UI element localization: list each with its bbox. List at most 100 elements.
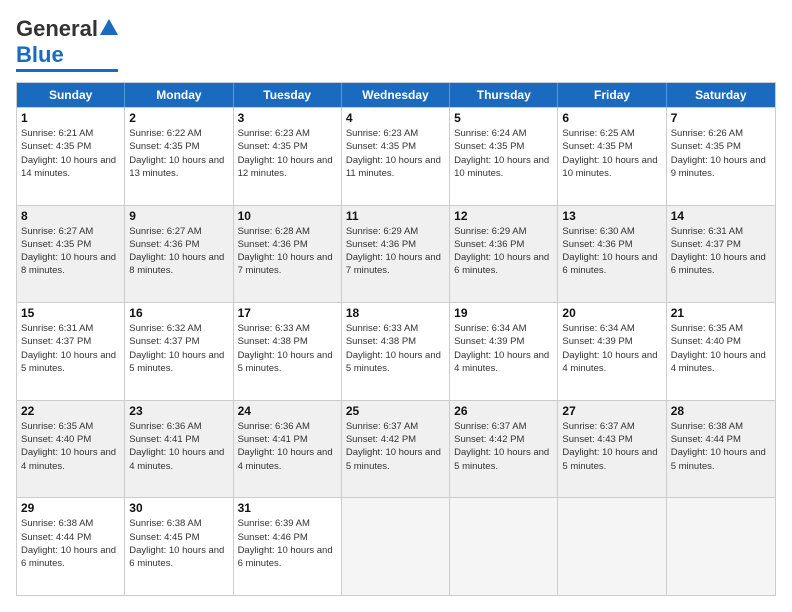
cal-row-2: 8Sunrise: 6:27 AM Sunset: 4:35 PM Daylig… [17, 205, 775, 303]
day-number: 11 [346, 209, 445, 223]
sun-info: Sunrise: 6:23 AM Sunset: 4:35 PM Dayligh… [346, 127, 445, 180]
sun-info: Sunrise: 6:38 AM Sunset: 4:45 PM Dayligh… [129, 517, 228, 570]
day-number: 7 [671, 111, 771, 125]
day-number: 24 [238, 404, 337, 418]
logo: General Blue [16, 16, 118, 72]
cal-cell-day-1: 1Sunrise: 6:21 AM Sunset: 4:35 PM Daylig… [17, 108, 125, 205]
cal-header-sunday: Sunday [17, 83, 125, 107]
day-number: 29 [21, 501, 120, 515]
sun-info: Sunrise: 6:39 AM Sunset: 4:46 PM Dayligh… [238, 517, 337, 570]
cal-cell-day-21: 21Sunrise: 6:35 AM Sunset: 4:40 PM Dayli… [667, 303, 775, 400]
logo-blue-text: Blue [16, 42, 64, 68]
sun-info: Sunrise: 6:37 AM Sunset: 4:42 PM Dayligh… [454, 420, 553, 473]
cal-cell-day-19: 19 Sunrise: 6:34 AM Sunset: 4:39 PM Dayli… [450, 303, 558, 400]
day-number: 2 [129, 111, 228, 125]
sun-info: Sunrise: 6:29 AM Sunset: 4:36 PM Dayligh… [454, 225, 553, 278]
cal-cell-day-22: 22 Sunrise: 6:35 AM Sunset: 4:40 PM Dayli… [17, 401, 125, 498]
cal-cell-day-18: 18Sunrise: 6:33 AM Sunset: 4:38 PM Dayli… [342, 303, 450, 400]
cal-header-saturday: Saturday [667, 83, 775, 107]
cal-cell-empty [667, 498, 775, 595]
sun-info: Sunrise: 6:36 AM Sunset: 4:41 PM Dayligh… [238, 420, 337, 473]
day-number: 15 [21, 306, 120, 320]
cal-cell-day-5: 5 Sunrise: 6:24 AM Sunset: 4:35 PM Daylig… [450, 108, 558, 205]
cal-cell-day-17: 17 Sunrise: 6:33 AM Sunset: 4:38 PM Dayli… [234, 303, 342, 400]
sun-info: Sunrise: 6:34 AM Sunset: 4:39 PM Dayligh… [562, 322, 661, 375]
sun-info: Sunrise: 6:35 AM Sunset: 4:40 PM Dayligh… [21, 420, 120, 473]
sun-info: Sunrise: 6:33 AM Sunset: 4:38 PM Dayligh… [238, 322, 337, 375]
day-number: 9 [129, 209, 228, 223]
cal-cell-day-28: 28Sunrise: 6:38 AM Sunset: 4:44 PM Dayli… [667, 401, 775, 498]
sun-info: Sunrise: 6:38 AM Sunset: 4:44 PM Dayligh… [21, 517, 120, 570]
day-number: 14 [671, 209, 771, 223]
sun-info: Sunrise: 6:27 AM Sunset: 4:35 PM Dayligh… [21, 225, 120, 278]
logo-triangle-icon [100, 19, 118, 35]
cal-cell-day-11: 11 Sunrise: 6:29 AM Sunset: 4:36 PM Dayli… [342, 206, 450, 303]
page: General Blue SundayMondayTuesdayWednesda… [0, 0, 792, 612]
day-number: 30 [129, 501, 228, 515]
sun-info: Sunrise: 6:37 AM Sunset: 4:42 PM Dayligh… [346, 420, 445, 473]
day-number: 12 [454, 209, 553, 223]
logo-general-text: General [16, 16, 98, 42]
day-number: 18 [346, 306, 445, 320]
sun-info: Sunrise: 6:35 AM Sunset: 4:40 PM Dayligh… [671, 322, 771, 375]
sun-info: Sunrise: 6:28 AM Sunset: 4:36 PM Dayligh… [238, 225, 337, 278]
day-number: 20 [562, 306, 661, 320]
cal-header-tuesday: Tuesday [234, 83, 342, 107]
sun-info: Sunrise: 6:27 AM Sunset: 4:36 PM Dayligh… [129, 225, 228, 278]
sun-info: Sunrise: 6:24 AM Sunset: 4:35 PM Dayligh… [454, 127, 553, 180]
day-number: 13 [562, 209, 661, 223]
sun-info: Sunrise: 6:30 AM Sunset: 4:36 PM Dayligh… [562, 225, 661, 278]
cal-cell-day-6: 6 Sunrise: 6:25 AM Sunset: 4:35 PM Daylig… [558, 108, 666, 205]
cal-cell-day-8: 8Sunrise: 6:27 AM Sunset: 4:35 PM Daylig… [17, 206, 125, 303]
day-number: 19 [454, 306, 553, 320]
sun-info: Sunrise: 6:31 AM Sunset: 4:37 PM Dayligh… [21, 322, 120, 375]
day-number: 27 [562, 404, 661, 418]
cal-cell-day-31: 31Sunrise: 6:39 AM Sunset: 4:46 PM Dayli… [234, 498, 342, 595]
calendar-header: SundayMondayTuesdayWednesdayThursdayFrid… [17, 83, 775, 107]
day-number: 22 [21, 404, 120, 418]
cal-header-thursday: Thursday [450, 83, 558, 107]
cal-cell-empty [450, 498, 558, 595]
day-number: 1 [21, 111, 120, 125]
cal-cell-day-9: 9 Sunrise: 6:27 AM Sunset: 4:36 PM Daylig… [125, 206, 233, 303]
cal-cell-day-7: 7Sunrise: 6:26 AM Sunset: 4:35 PM Daylig… [667, 108, 775, 205]
sun-info: Sunrise: 6:31 AM Sunset: 4:37 PM Dayligh… [671, 225, 771, 278]
sun-info: Sunrise: 6:37 AM Sunset: 4:43 PM Dayligh… [562, 420, 661, 473]
calendar-body: 1Sunrise: 6:21 AM Sunset: 4:35 PM Daylig… [17, 107, 775, 595]
cal-cell-day-13: 13 Sunrise: 6:30 AM Sunset: 4:36 PM Dayli… [558, 206, 666, 303]
day-number: 23 [129, 404, 228, 418]
day-number: 6 [562, 111, 661, 125]
cal-row-3: 15 Sunrise: 6:31 AM Sunset: 4:37 PM Dayli… [17, 302, 775, 400]
cal-row-5: 29 Sunrise: 6:38 AM Sunset: 4:44 PM Dayli… [17, 497, 775, 595]
calendar: SundayMondayTuesdayWednesdayThursdayFrid… [16, 82, 776, 596]
day-number: 4 [346, 111, 445, 125]
sun-info: Sunrise: 6:29 AM Sunset: 4:36 PM Dayligh… [346, 225, 445, 278]
sun-info: Sunrise: 6:34 AM Sunset: 4:39 PM Dayligh… [454, 322, 553, 375]
day-number: 10 [238, 209, 337, 223]
cal-cell-day-23: 23 Sunrise: 6:36 AM Sunset: 4:41 PM Dayli… [125, 401, 233, 498]
cal-cell-empty [342, 498, 450, 595]
cal-cell-day-14: 14 Sunrise: 6:31 AM Sunset: 4:37 PM Dayli… [667, 206, 775, 303]
cal-cell-empty [558, 498, 666, 595]
day-number: 3 [238, 111, 337, 125]
cal-cell-day-4: 4 Sunrise: 6:23 AM Sunset: 4:35 PM Daylig… [342, 108, 450, 205]
day-number: 17 [238, 306, 337, 320]
cal-row-1: 1Sunrise: 6:21 AM Sunset: 4:35 PM Daylig… [17, 107, 775, 205]
sun-info: Sunrise: 6:25 AM Sunset: 4:35 PM Dayligh… [562, 127, 661, 180]
cal-header-friday: Friday [558, 83, 666, 107]
logo-underline [16, 69, 118, 72]
cal-header-monday: Monday [125, 83, 233, 107]
day-number: 16 [129, 306, 228, 320]
cal-cell-day-29: 29 Sunrise: 6:38 AM Sunset: 4:44 PM Dayli… [17, 498, 125, 595]
sun-info: Sunrise: 6:22 AM Sunset: 4:35 PM Dayligh… [129, 127, 228, 180]
day-number: 28 [671, 404, 771, 418]
cal-cell-day-2: 2 Sunrise: 6:22 AM Sunset: 4:35 PM Daylig… [125, 108, 233, 205]
day-number: 5 [454, 111, 553, 125]
cal-cell-day-30: 30 Sunrise: 6:38 AM Sunset: 4:45 PM Dayli… [125, 498, 233, 595]
day-number: 25 [346, 404, 445, 418]
sun-info: Sunrise: 6:36 AM Sunset: 4:41 PM Dayligh… [129, 420, 228, 473]
cal-row-4: 22 Sunrise: 6:35 AM Sunset: 4:40 PM Dayli… [17, 400, 775, 498]
cal-cell-day-16: 16Sunrise: 6:32 AM Sunset: 4:37 PM Dayli… [125, 303, 233, 400]
cal-cell-day-24: 24 Sunrise: 6:36 AM Sunset: 4:41 PM Dayli… [234, 401, 342, 498]
cal-cell-day-10: 10 Sunrise: 6:28 AM Sunset: 4:36 PM Dayli… [234, 206, 342, 303]
